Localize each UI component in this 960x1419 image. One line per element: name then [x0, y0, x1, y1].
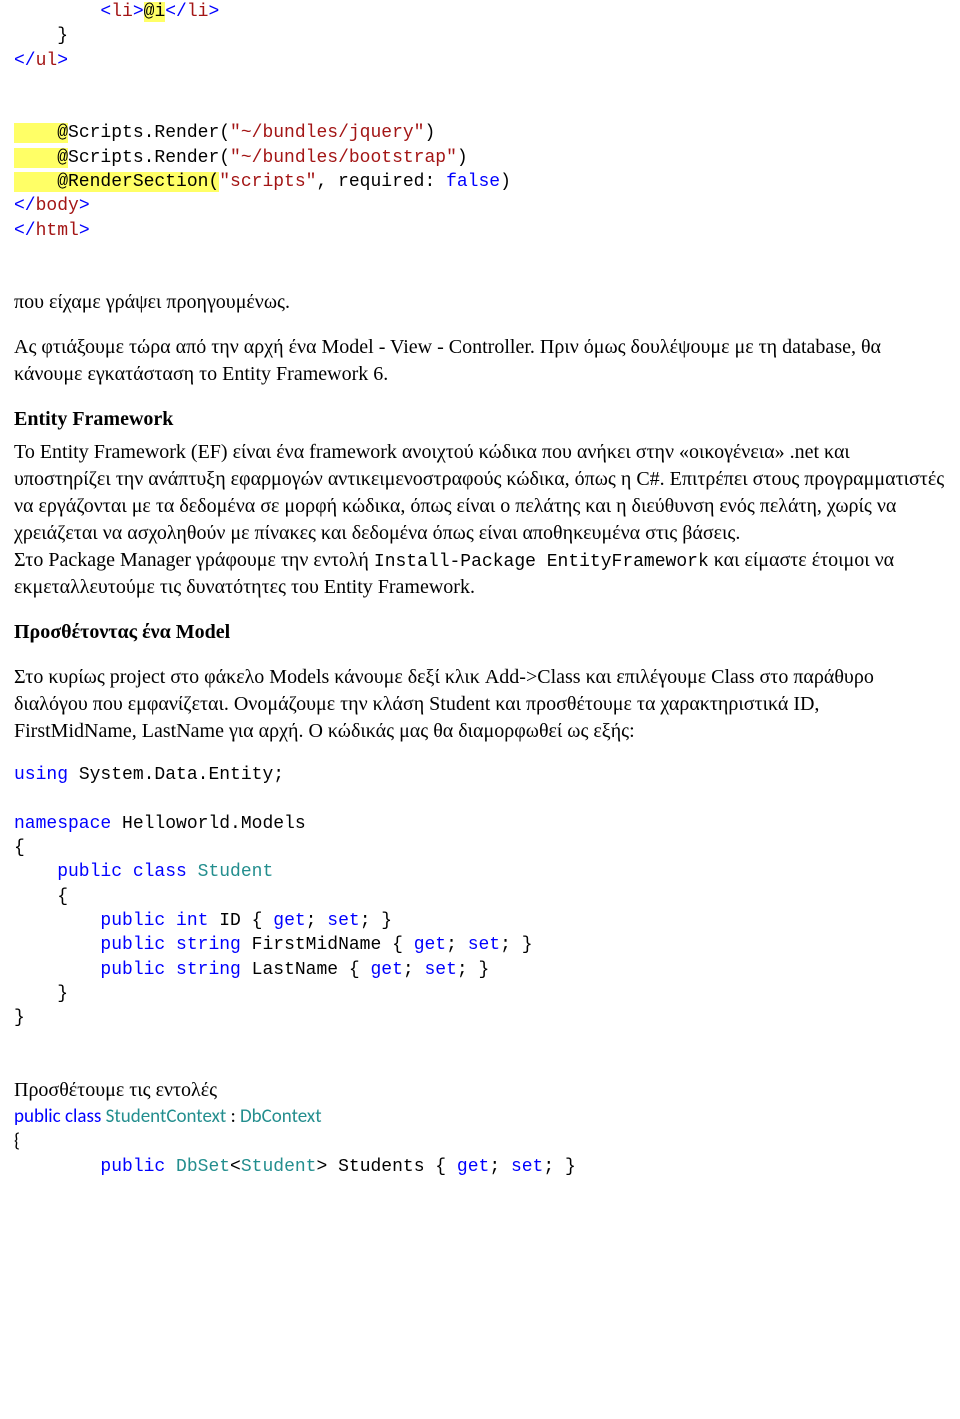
code-block-context-decl: public class StudentContext : DbContext … [14, 1104, 946, 1155]
code-block-context-body: public DbSet<Student> Students { get; se… [14, 1155, 946, 1179]
heading-add-model: Προσθέτοντας ένα Model [14, 619, 946, 646]
paragraph-mvc-setup: Ας φτιάξουμε τώρα από την αρχή ένα Model… [14, 334, 946, 388]
paragraph-intro-continued: που είχαμε γράψει προηγουμένως. [14, 289, 946, 316]
paragraph-add-model-instructions: Στο κυρίως project στο φάκελο Models κάν… [14, 664, 946, 745]
paragraph-add-commands: Προσθέτουμε τις εντολές [14, 1077, 946, 1104]
heading-entity-framework: Entity Framework [14, 406, 946, 433]
code-block-razor: <li>@i</li> } </ul> @Scripts.Render("~/b… [14, 0, 946, 243]
paragraph-ef-description: Το Entity Framework (EF) είναι ένα frame… [14, 439, 946, 601]
inline-command: Install-Package EntityFramework [374, 552, 709, 572]
code-block-student-class: using System.Data.Entity; namespace Hell… [14, 763, 946, 1030]
